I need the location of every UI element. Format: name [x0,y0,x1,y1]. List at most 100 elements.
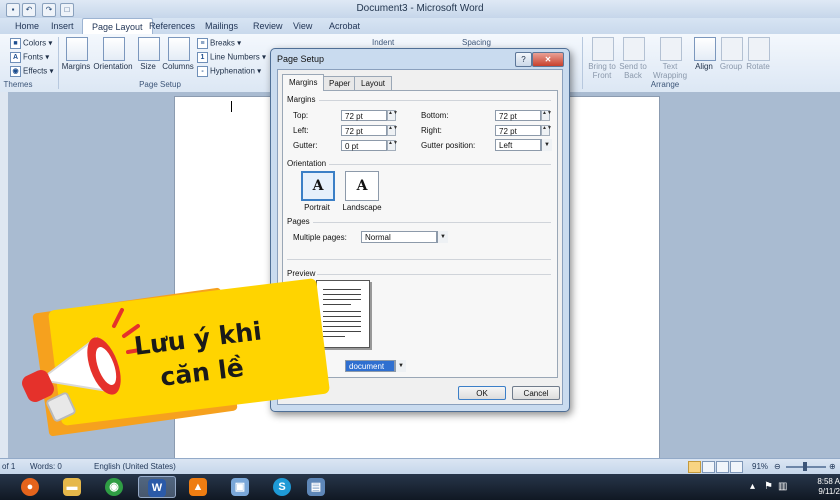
taskbar: ● ▬ ◉ W ▲ ▣ S ▤ ▴ ⚑ ▥ 8:58 A 9/11/2 [0,474,840,500]
left-margin-spinner[interactable]: ▲▼ [387,125,398,136]
taskbar-photos[interactable]: ▣ [222,476,260,498]
tab-layout[interactable]: Layout [354,76,393,91]
full-screen-reading-view-icon[interactable] [702,461,715,473]
status-bar: of 1 Words: 0 English (United States) 91… [0,458,840,475]
section-divider [287,259,551,260]
word-count[interactable]: Words: 0 [30,462,62,471]
tab-acrobat[interactable]: Acrobat [320,19,369,33]
fonts-button[interactable]: A Fonts ▾ [10,52,49,63]
close-button[interactable]: ✕ [532,52,564,67]
undo-icon[interactable]: ↶ [22,3,36,17]
dialog-title: Page Setup [277,54,325,64]
zoom-out-icon[interactable]: ⊖ [774,462,781,471]
skype-icon: S [273,478,291,496]
taskbar-vlc[interactable]: ▲ [180,476,218,498]
help-button[interactable]: ? [515,52,532,67]
group-label-page-setup: Page Setup [139,80,181,89]
section-divider [317,274,551,275]
taskbar-firefox[interactable]: ● [12,476,50,498]
taskbar-remote-desktop[interactable]: ▤ [298,476,336,498]
multiple-pages-select[interactable]: Normal [361,231,437,243]
tab-insert[interactable]: Insert [42,19,83,33]
system-clock[interactable]: 8:58 A 9/11/2 [798,477,840,497]
multiple-pages-label: Multiple pages: [293,233,347,242]
colors-button[interactable]: ■ Colors ▾ [10,38,52,49]
taskbar-skype[interactable]: S [264,476,302,498]
hyphenation-button[interactable]: - Hyphenation ▾ [197,66,261,77]
landscape-icon: A [356,178,368,194]
size-icon [138,37,160,61]
firefox-icon: ● [21,478,39,496]
section-divider [329,164,551,165]
left-margin-label: Left: [293,126,309,135]
clock-date: 9/11/2 [818,487,840,496]
web-layout-view-icon[interactable] [716,461,729,473]
apply-to-select[interactable]: document [345,360,395,372]
language-status[interactable]: English (United States) [94,462,176,471]
left-margin-field[interactable]: 72 pt [341,125,387,136]
zoom-level[interactable]: 91% [752,462,768,471]
remote-desktop-icon: ▤ [307,478,325,496]
taskbar-explorer[interactable]: ▬ [54,476,92,498]
gutter-spinner[interactable]: ▲▼ [387,140,398,151]
right-margin-field[interactable]: 72 pt [495,125,541,136]
tray-arrow-icon[interactable]: ▴ [750,481,755,492]
page-count[interactable]: of 1 [2,462,15,471]
colors-icon: ■ [10,38,21,49]
tab-view[interactable]: View [284,19,321,33]
effects-icon: ◉ [10,66,21,77]
clock-time: 8:58 A [817,477,840,486]
chrome-icon: ◉ [105,478,123,496]
indent-label: Indent [372,38,395,47]
portrait-option[interactable]: A [301,171,335,201]
chevron-down-icon[interactable]: ▼ [541,139,552,151]
align-icon [694,37,716,61]
right-margin-label: Right: [421,126,442,135]
zoom-slider-thumb[interactable] [803,462,807,471]
gutter-position-select[interactable]: Left [495,139,541,151]
tab-paper[interactable]: Paper [322,76,358,91]
taskbar-word[interactable]: W [138,476,176,498]
new-document-icon[interactable]: □ [60,3,74,17]
group-label-arrange: Arrange [650,80,680,89]
outline-view-icon[interactable] [730,461,743,473]
breaks-button[interactable]: ≡ Breaks ▾ [197,38,241,49]
chevron-down-icon[interactable]: ▼ [437,231,448,243]
landscape-label: Landscape [342,203,382,212]
ribbon-tabs: Home Insert Page Layout References Maili… [0,18,840,35]
bottom-margin-spinner[interactable]: ▲▼ [541,110,552,121]
save-icon[interactable]: ▪ [6,3,20,17]
tab-mailings[interactable]: Mailings [196,19,247,33]
spacing-label: Spacing [462,38,491,47]
cancel-button[interactable]: Cancel [512,386,560,400]
tab-references[interactable]: References [140,19,204,33]
network-icon[interactable]: ▥ [778,481,787,492]
redo-icon[interactable]: ↷ [42,3,56,17]
window-title: Document3 - Microsoft Word [356,3,484,14]
group-label-themes: Themes [3,80,33,89]
top-margin-field[interactable]: 72 pt [341,110,387,121]
hyphenation-icon: - [197,66,208,77]
gutter-position-label: Gutter position: [421,141,476,150]
print-layout-view-icon[interactable] [688,461,701,473]
effects-button[interactable]: ◉ Effects ▾ [10,66,54,77]
line-numbers-button[interactable]: 1 Line Numbers ▾ [197,52,266,63]
zoom-in-icon[interactable]: ⊕ [829,462,836,471]
tab-margins[interactable]: Margins [282,74,325,91]
flag-icon[interactable]: ⚑ [764,481,773,492]
vlc-icon: ▲ [189,478,207,496]
top-margin-spinner[interactable]: ▲▼ [387,110,398,121]
chevron-down-icon[interactable]: ▼ [395,360,406,372]
right-margin-spinner[interactable]: ▲▼ [541,125,552,136]
group-separator [58,37,59,89]
bottom-margin-field[interactable]: 72 pt [495,110,541,121]
text-wrapping-icon [660,37,682,61]
ok-button[interactable]: OK [458,386,506,400]
breaks-icon: ≡ [197,38,208,49]
line-numbers-icon: 1 [197,52,208,63]
columns-icon [168,37,190,61]
taskbar-chrome[interactable]: ◉ [96,476,134,498]
gutter-field[interactable]: 0 pt [341,140,387,151]
text-cursor [231,101,232,112]
landscape-option[interactable]: A [345,171,379,201]
